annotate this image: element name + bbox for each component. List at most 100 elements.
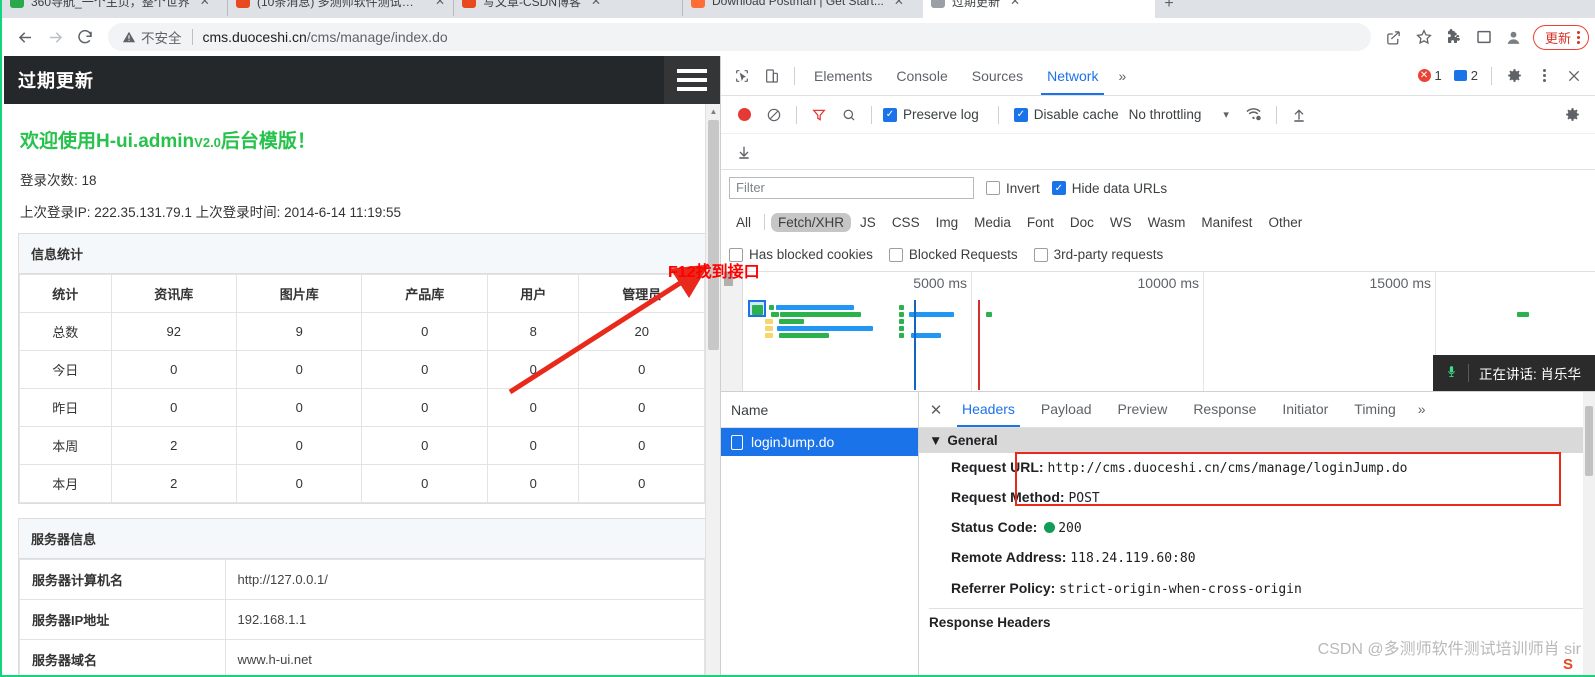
detail-tab-payload[interactable]: Payload <box>1028 392 1105 427</box>
requests-column-header[interactable]: Name <box>721 392 918 428</box>
general-key: Status Code: <box>951 519 1042 536</box>
export-har-icon[interactable] <box>1284 101 1314 129</box>
close-icon[interactable]: ✕ <box>923 397 949 423</box>
type-filter-media[interactable]: Media <box>967 213 1018 232</box>
tab-close-icon[interactable]: ✕ <box>200 0 210 8</box>
new-tab-button[interactable]: + <box>1155 0 1183 18</box>
invert-checkbox[interactable]: Invert <box>986 181 1040 196</box>
clear-icon[interactable] <box>759 101 789 129</box>
browser-tab-4[interactable]: Download Postman | Get Start... ✕ <box>683 0 923 18</box>
chevron-down-icon[interactable]: ▾ <box>1223 108 1229 121</box>
error-count-badge[interactable]: ✕ 1 <box>1412 66 1448 85</box>
waterfall-bar <box>752 305 763 315</box>
stats-cell: 0 <box>361 464 488 503</box>
network-overview[interactable]: 5000 ms 10000 ms 15000 ms 正在讲话: 肖乐华 <box>721 272 1595 392</box>
detail-tab-preview[interactable]: Preview <box>1105 392 1181 427</box>
detail-tab-initiator[interactable]: Initiator <box>1269 392 1341 427</box>
tab-close-icon[interactable]: ✕ <box>1010 0 1020 8</box>
back-arrow-icon[interactable] <box>10 22 40 52</box>
waterfall-bar <box>780 312 861 317</box>
hide-data-urls-checkbox[interactable]: ✓ Hide data URLs <box>1051 180 1168 196</box>
response-headers-section-label[interactable]: Response Headers <box>919 609 1595 636</box>
request-detail-panel: ✕ Headers Payload Preview Response Initi… <box>919 392 1595 675</box>
update-button[interactable]: 更新 <box>1532 24 1589 50</box>
page-title: 过期更新 <box>18 71 94 91</box>
type-filter-css[interactable]: CSS <box>885 213 927 232</box>
type-filter-manifest[interactable]: Manifest <box>1194 213 1259 232</box>
devtools-tab-elements[interactable]: Elements <box>802 57 884 95</box>
type-filter-wasm[interactable]: Wasm <box>1141 213 1193 232</box>
kebab-menu-icon[interactable] <box>1577 30 1580 44</box>
address-bar[interactable]: 不安全 cms.duoceshi.cn/cms/manage/index.do <box>108 23 1371 51</box>
overview-gutter <box>721 272 743 391</box>
stats-table: 统计 资讯库 图片库 产品库 用户 管理员 总数 92 9 0 8 20 今日 0 0 0 0 0 昨日 0 0 0 0 0… <box>19 274 705 503</box>
devtools-more-tabs-icon[interactable]: » <box>1110 57 1134 95</box>
share-icon[interactable] <box>1379 22 1409 52</box>
network-settings-gear-icon[interactable] <box>1557 101 1587 129</box>
tab-close-icon[interactable]: ✕ <box>894 0 904 8</box>
browser-tab-5-active[interactable]: 过期更新 ✕ <box>923 0 1155 18</box>
stats-row-label: 总数 <box>19 312 112 351</box>
type-filter-doc[interactable]: Doc <box>1063 213 1101 232</box>
page-scrollbar[interactable]: ▲ <box>705 104 720 675</box>
puzzle-icon[interactable] <box>1439 22 1469 52</box>
not-secure-indicator[interactable]: 不安全 <box>122 27 182 47</box>
hide-data-urls-label: Hide data URLs <box>1071 180 1168 196</box>
detail-more-tabs-icon[interactable]: » <box>1409 392 1435 427</box>
type-filter-img[interactable]: Img <box>929 213 966 232</box>
search-icon[interactable] <box>834 101 864 129</box>
detail-scrollbar[interactable] <box>1583 392 1595 675</box>
close-icon[interactable] <box>1559 62 1589 90</box>
general-section-header[interactable]: ▼ General <box>919 428 1595 453</box>
disable-cache-checkbox[interactable]: ✓ Disable cache <box>1013 107 1119 122</box>
filter-input[interactable]: Filter <box>729 177 974 199</box>
server-field-value: www.h-ui.net <box>224 639 705 675</box>
browser-tab-3[interactable]: 写文章-CSDN博客 ✕ <box>454 0 682 18</box>
gear-icon[interactable] <box>1499 62 1529 90</box>
browser-tab-1[interactable]: 360导航_一个主页，整个世界 ✕ <box>2 0 227 18</box>
tab-title: Download Postman | Get Start... <box>712 0 884 8</box>
checkbox-blocked-requests[interactable]: Blocked Requests <box>888 247 1018 262</box>
type-filter-js[interactable]: JS <box>853 213 883 232</box>
scroll-up-arrow-icon[interactable]: ▲ <box>706 104 720 120</box>
login-count-label: 登录次数: <box>20 173 78 188</box>
message-count-badge[interactable]: 2 <box>1448 66 1484 85</box>
type-filter-other[interactable]: Other <box>1261 213 1309 232</box>
browser-tab-2[interactable]: (10条消息) 多测师软件测试培训... ✕ <box>228 0 453 18</box>
devtools-tab-console[interactable]: Console <box>884 57 959 95</box>
detail-tab-headers[interactable]: Headers <box>949 392 1028 427</box>
record-button[interactable] <box>729 101 759 129</box>
detail-tab-timing[interactable]: Timing <box>1341 392 1409 427</box>
type-filter-ws[interactable]: WS <box>1103 213 1139 232</box>
waterfall-bar <box>777 326 873 331</box>
inspect-cursor-icon[interactable] <box>727 62 757 90</box>
hamburger-icon[interactable] <box>664 56 720 104</box>
avatar-icon[interactable] <box>1499 22 1529 52</box>
general-row: Referrer Policy: strict-origin-when-cros… <box>919 574 1595 604</box>
kebab-menu-icon[interactable] <box>1529 62 1559 90</box>
disclosure-triangle-icon[interactable]: ▼ <box>929 433 942 448</box>
throttling-value[interactable]: No throttling <box>1129 107 1202 122</box>
checkbox-3rd-party-requests[interactable]: 3rd-party requests <box>1033 247 1163 262</box>
type-filter-fetch-xhr[interactable]: Fetch/XHR <box>771 212 852 232</box>
request-row-loginjump[interactable]: loginJump.do <box>721 428 918 456</box>
scrollbar-thumb[interactable] <box>1585 406 1593 476</box>
scrollbar-thumb[interactable] <box>708 120 719 350</box>
device-toolbar-icon[interactable] <box>757 62 787 90</box>
time-tick-2: 10000 ms <box>1138 272 1204 391</box>
star-icon[interactable] <box>1409 22 1439 52</box>
type-filter-all[interactable]: All <box>729 213 758 232</box>
reload-icon[interactable] <box>70 22 100 52</box>
side-panel-icon[interactable] <box>1469 22 1499 52</box>
tab-close-icon[interactable]: ✕ <box>591 0 601 8</box>
type-filter-font[interactable]: Font <box>1020 213 1061 232</box>
devtools-tab-sources[interactable]: Sources <box>960 57 1035 95</box>
tab-close-icon[interactable]: ✕ <box>435 0 445 8</box>
import-har-icon[interactable] <box>729 138 759 166</box>
detail-tab-response[interactable]: Response <box>1180 392 1269 427</box>
devtools-tab-network[interactable]: Network <box>1035 57 1110 95</box>
funnel-icon[interactable] <box>804 101 834 129</box>
network-conditions-icon[interactable] <box>1239 101 1269 129</box>
stats-cell: 0 <box>235 464 363 503</box>
preserve-log-checkbox[interactable]: ✓ Preserve log <box>883 107 979 122</box>
